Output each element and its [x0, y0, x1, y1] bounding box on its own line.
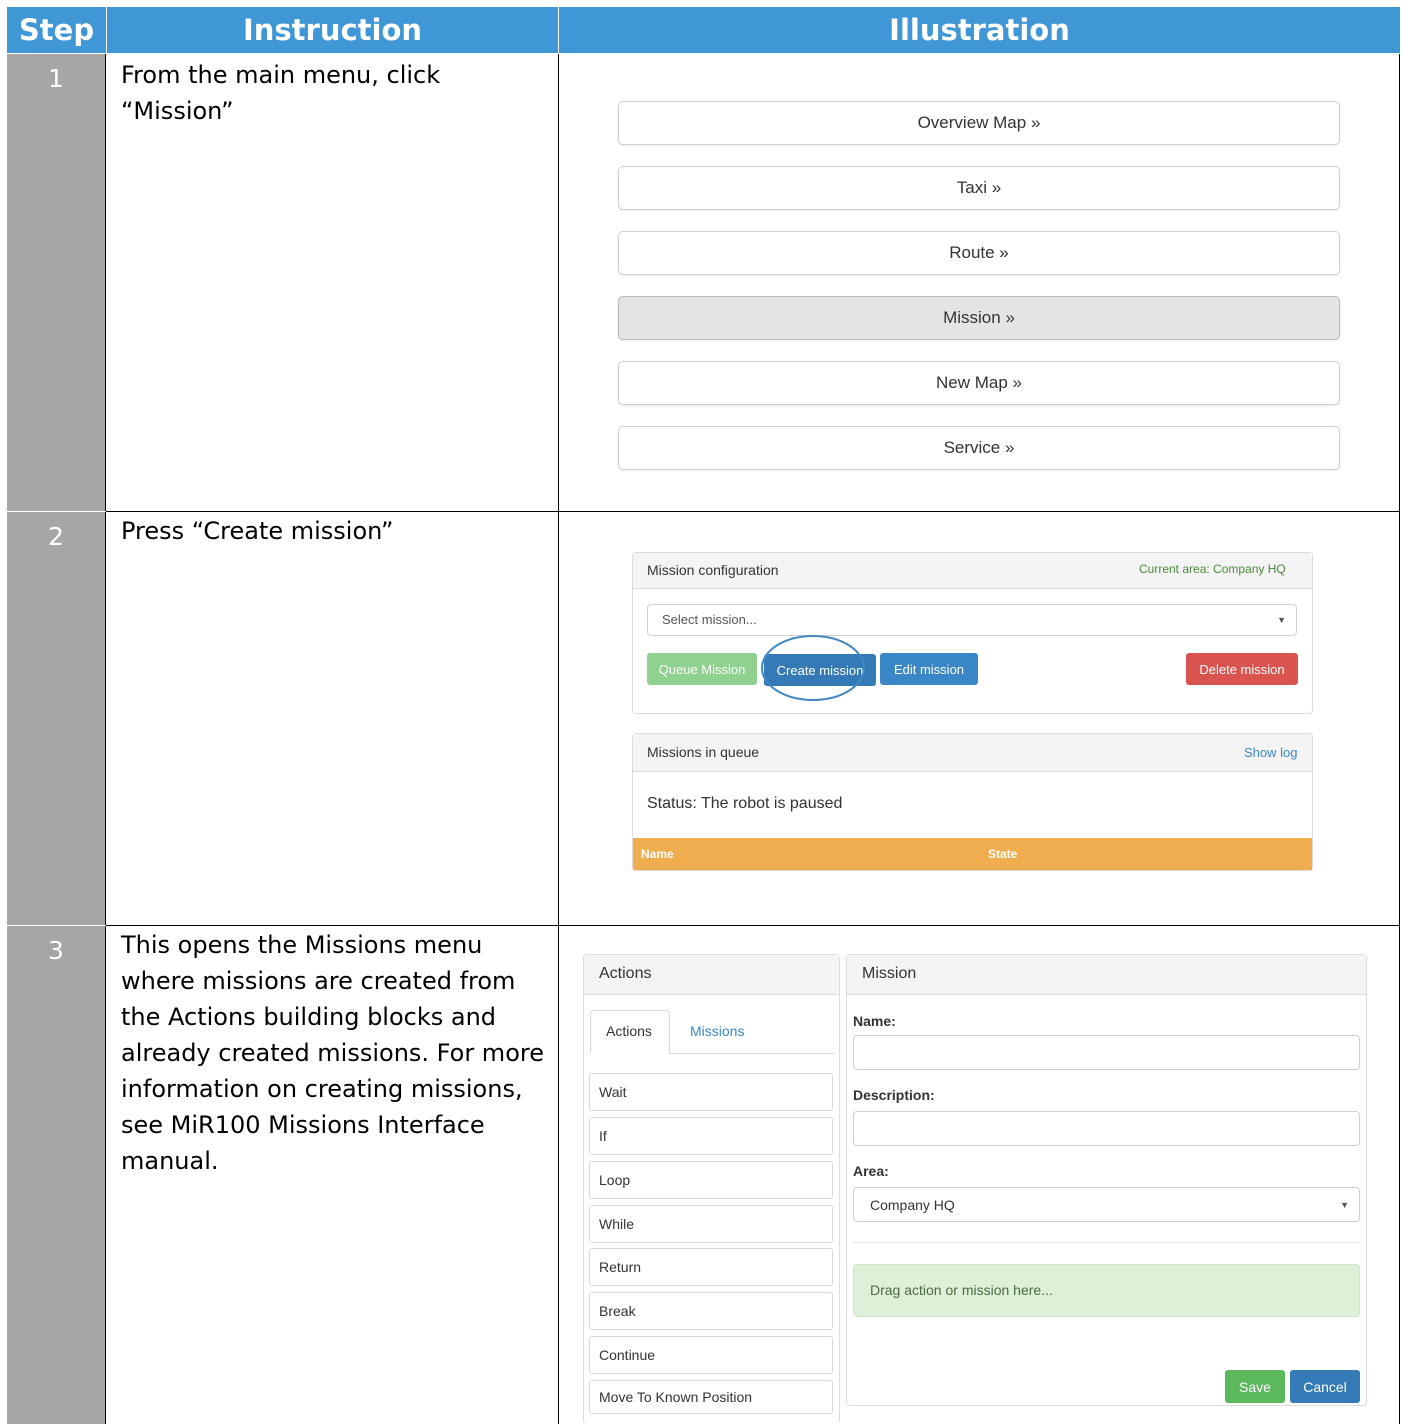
menu-mission-button[interactable]: Mission »	[618, 296, 1340, 340]
queue-table-header	[633, 838, 1312, 870]
name-label: Name:	[853, 1013, 896, 1029]
row-divider	[106, 511, 1400, 512]
tab-missions[interactable]: Missions	[690, 1023, 744, 1039]
highlight-circle	[761, 635, 865, 701]
step-number-2: 2	[7, 512, 106, 925]
table-border	[1399, 54, 1400, 1424]
queue-mission-button[interactable]: Queue Mission	[647, 653, 757, 685]
action-item-move-to-known-position[interactable]: Move To Known Position	[589, 1380, 833, 1414]
step-number-1: 1	[7, 54, 106, 511]
row-divider	[106, 925, 1400, 926]
header-illustration: Illustration	[559, 7, 1400, 53]
area-dropdown[interactable]: Company HQ ▼	[853, 1187, 1360, 1222]
menu-taxi-button[interactable]: Taxi »	[618, 166, 1340, 210]
chevron-down-icon: ▼	[1277, 615, 1286, 625]
panel-heading	[847, 955, 1366, 995]
action-item-wait[interactable]: Wait	[589, 1073, 833, 1111]
action-item-loop[interactable]: Loop	[589, 1161, 833, 1199]
area-label: Area:	[853, 1163, 889, 1179]
header-step: Step	[7, 7, 106, 53]
drop-zone-text: Drag action or mission here...	[870, 1282, 1053, 1298]
show-log-link[interactable]: Show log	[1244, 745, 1297, 760]
select-placeholder: Select mission...	[662, 612, 757, 627]
instruction-text-3: This opens the Missions menu where missi…	[121, 931, 544, 1175]
action-item-continue[interactable]: Continue	[589, 1336, 833, 1374]
menu-overview-map-button[interactable]: Overview Map »	[618, 101, 1340, 145]
queue-panel-title: Missions in queue	[647, 744, 760, 760]
header-instruction: Instruction	[107, 7, 558, 53]
queue-column-state: State	[988, 847, 1018, 861]
mission-panel	[846, 954, 1367, 1406]
action-item-return[interactable]: Return	[589, 1248, 833, 1286]
action-item-break[interactable]: Break	[589, 1292, 833, 1330]
menu-new-map-button[interactable]: New Map »	[618, 361, 1340, 405]
mission-panel-title: Mission	[862, 965, 917, 982]
panel-title: Mission configuration	[647, 562, 779, 578]
tab-actions-label: Actions	[606, 1023, 652, 1039]
name-field[interactable]	[853, 1035, 1360, 1070]
table-border	[558, 54, 559, 1424]
tab-bar-line	[670, 1053, 834, 1054]
menu-service-button[interactable]: Service »	[618, 426, 1340, 470]
chevron-down-icon: ▼	[1340, 1200, 1349, 1210]
area-value: Company HQ	[870, 1197, 955, 1213]
delete-mission-button[interactable]: Delete mission	[1186, 653, 1298, 685]
menu-route-button[interactable]: Route »	[618, 231, 1340, 275]
highlight-ellipse	[761, 635, 865, 701]
edit-mission-button[interactable]: Edit mission	[880, 653, 978, 685]
select-mission-dropdown[interactable]: Select mission... ▼	[647, 604, 1297, 636]
mission-divider	[853, 1242, 1360, 1243]
instruction-text-1: From the main menu, click “Mission”	[121, 61, 441, 125]
instruction-text-2: Press “Create mission”	[121, 517, 394, 545]
cancel-button[interactable]: Cancel	[1290, 1370, 1360, 1403]
action-item-if[interactable]: If	[589, 1117, 833, 1155]
description-field[interactable]	[853, 1111, 1360, 1146]
save-button[interactable]: Save	[1225, 1370, 1285, 1403]
action-item-while[interactable]: While	[589, 1205, 833, 1243]
actions-panel-title: Actions	[599, 965, 652, 982]
queue-column-name: Name	[641, 847, 674, 861]
current-area-label: Current area: Company HQ	[1139, 562, 1286, 576]
step-number-3: 3	[7, 926, 106, 1424]
queue-status-text: Status: The robot is paused	[647, 795, 843, 812]
description-label: Description:	[853, 1087, 935, 1103]
